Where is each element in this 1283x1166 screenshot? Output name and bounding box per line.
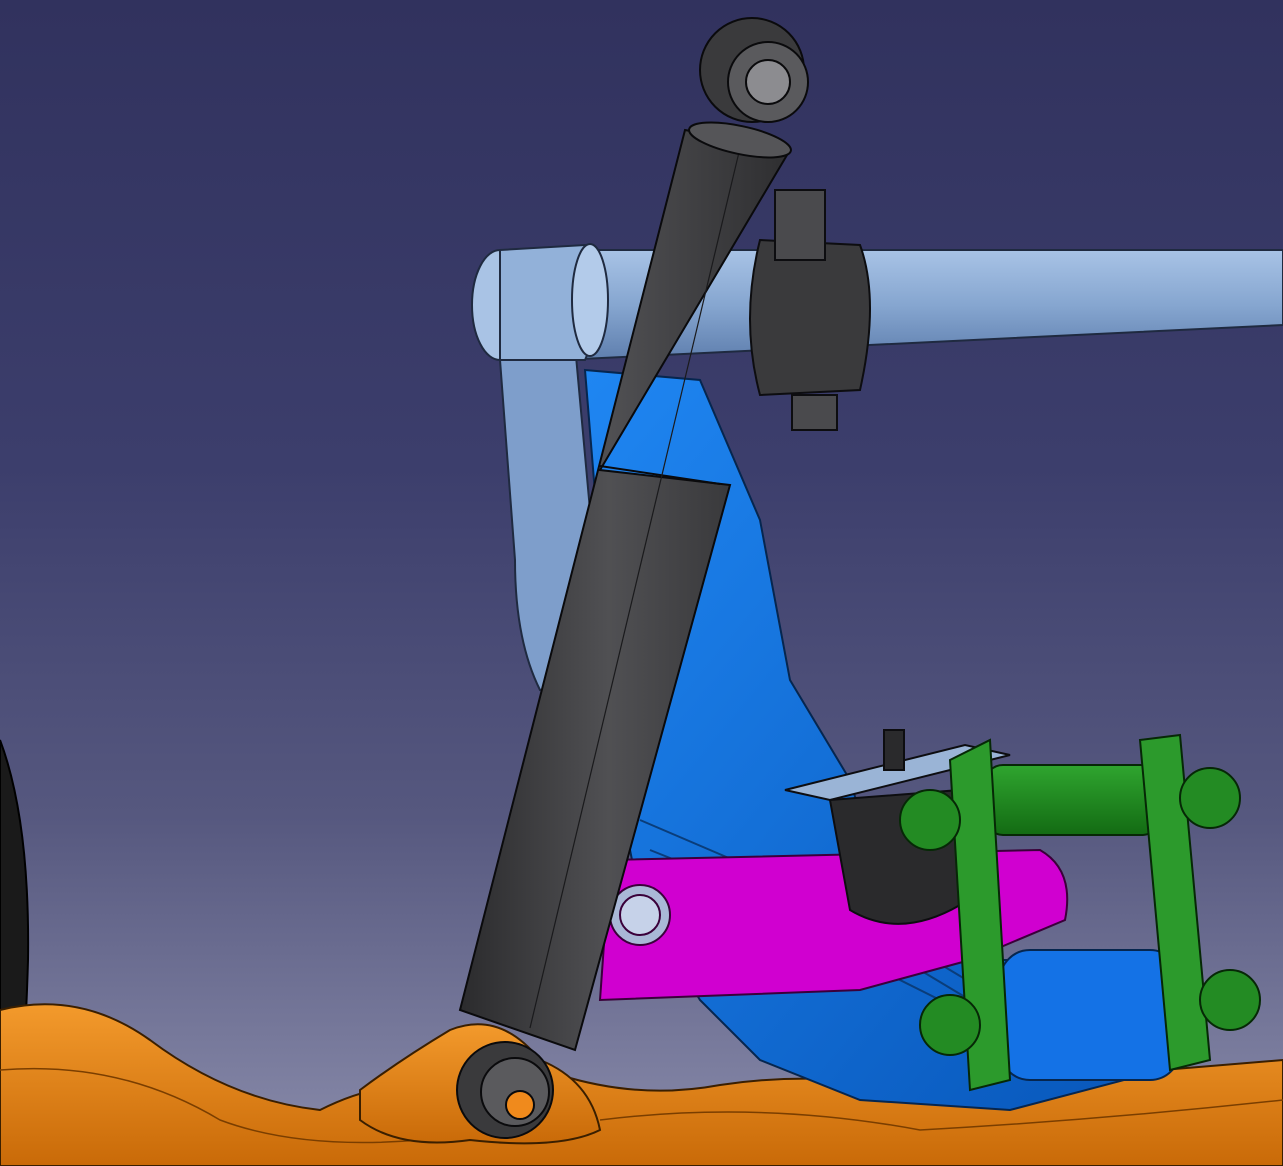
shock-mount-block	[749, 189, 871, 431]
cad-viewport[interactable]	[0, 0, 1283, 1166]
suspension-assembly-model[interactable]	[0, 0, 1283, 1166]
